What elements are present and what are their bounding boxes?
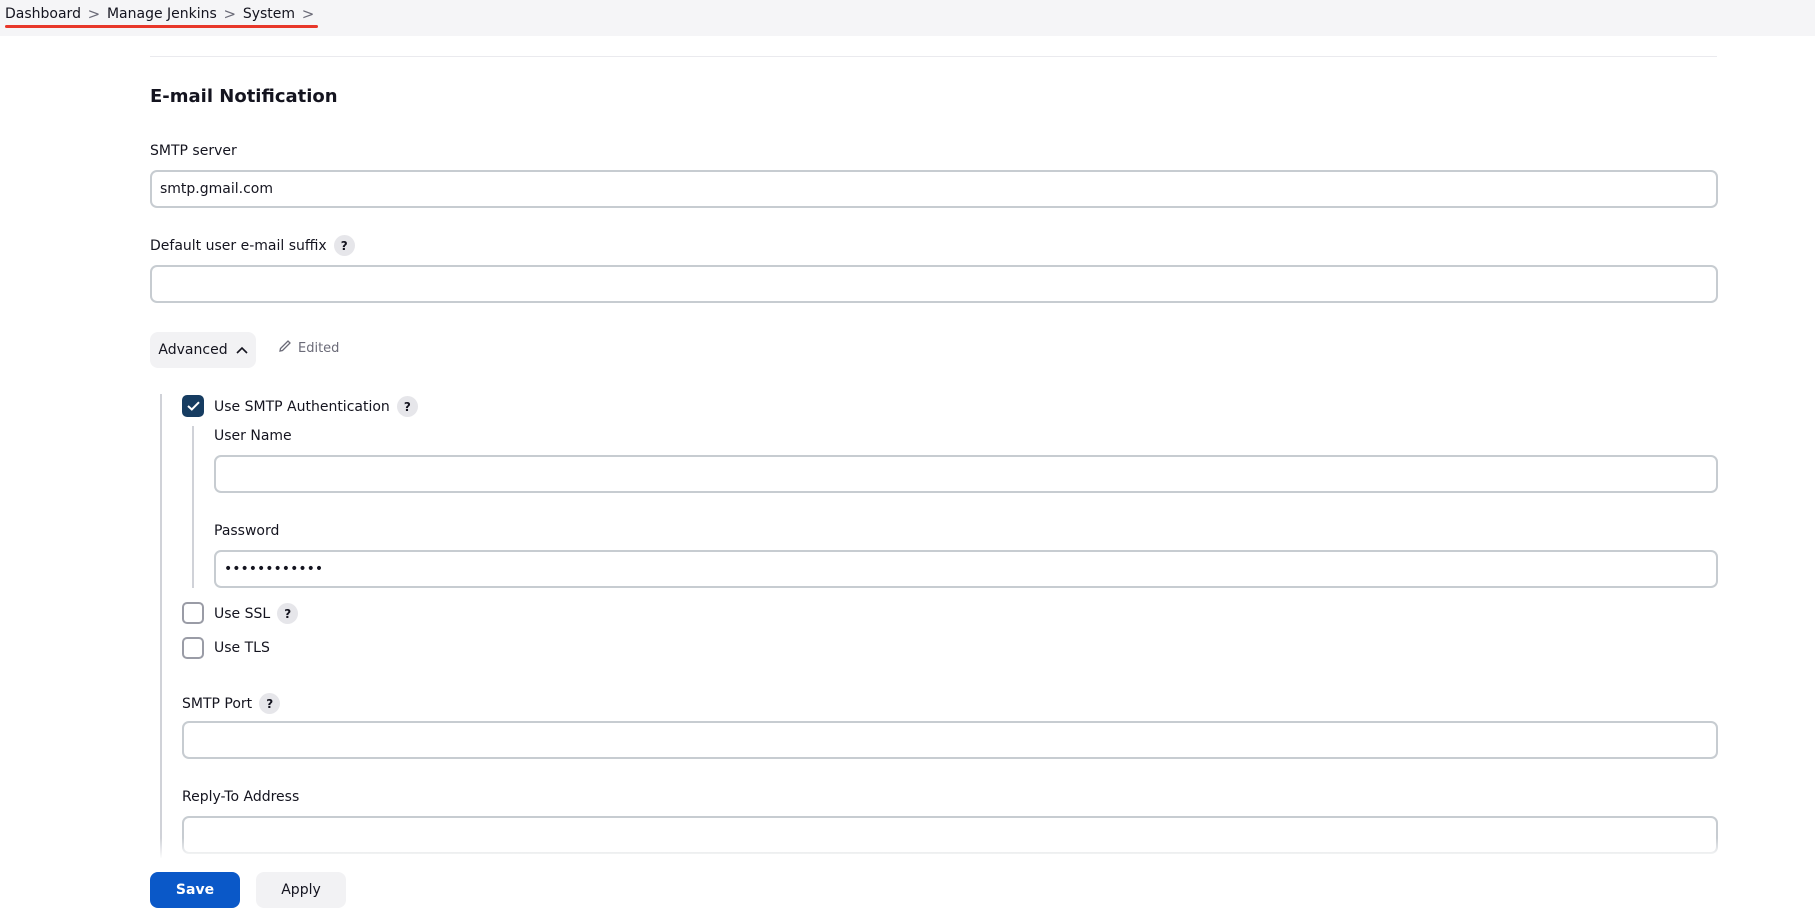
breadcrumb: Dashboard > Manage Jenkins > System > <box>5 0 321 28</box>
use-tls-label: Use TLS <box>214 640 270 656</box>
default-suffix-label: Default user e-mail suffix ? <box>150 235 355 256</box>
chevron-right-icon[interactable]: > <box>295 5 321 23</box>
chevron-up-icon <box>236 344 248 357</box>
breadcrumb-manage-jenkins[interactable]: Manage Jenkins <box>107 6 217 22</box>
breadcrumb-dashboard[interactable]: Dashboard <box>5 6 81 22</box>
advanced-label: Advanced <box>158 342 228 358</box>
section-divider <box>150 56 1717 57</box>
default-suffix-input[interactable] <box>150 265 1718 303</box>
password-label: Password <box>214 523 279 539</box>
use-ssl-label: Use SSL ? <box>214 603 299 624</box>
help-icon[interactable]: ? <box>396 396 418 417</box>
smtp-port-label-text: SMTP Port <box>182 695 253 712</box>
help-icon[interactable]: ? <box>277 603 299 624</box>
pencil-icon <box>278 339 292 357</box>
advanced-toggle-button[interactable]: Advanced <box>150 332 256 368</box>
advanced-section-guide-line <box>160 394 162 860</box>
bottom-bar-fade <box>150 838 1740 858</box>
section-title: E-mail Notification <box>150 86 338 107</box>
default-suffix-label-text: Default user e-mail suffix <box>150 237 327 254</box>
apply-button[interactable]: Apply <box>256 872 346 908</box>
use-ssl-label-text[interactable]: Use SSL <box>214 606 270 622</box>
smtp-auth-label: Use SMTP Authentication ? <box>214 396 418 417</box>
password-input[interactable] <box>214 550 1718 588</box>
use-tls-checkbox[interactable] <box>182 637 204 659</box>
breadcrumb-system[interactable]: System <box>243 6 295 22</box>
smtp-auth-label-text[interactable]: Use SMTP Authentication <box>214 399 390 415</box>
chevron-right-icon[interactable]: > <box>81 5 107 23</box>
user-name-label-text: User Name <box>214 428 292 444</box>
smtp-port-input[interactable] <box>182 721 1718 759</box>
user-name-input[interactable] <box>214 455 1718 493</box>
smtp-port-label: SMTP Port ? <box>182 693 281 714</box>
reply-to-label-text: Reply-To Address <box>182 789 300 805</box>
smtp-auth-guide-line <box>192 426 194 588</box>
password-label-text: Password <box>214 523 280 539</box>
smtp-server-label: SMTP server <box>150 143 237 159</box>
use-ssl-checkbox[interactable] <box>182 602 204 624</box>
smtp-server-input[interactable] <box>150 170 1718 208</box>
help-icon[interactable]: ? <box>333 235 355 256</box>
smtp-server-label-text: SMTP server <box>150 143 237 159</box>
breadcrumb-bar: Dashboard > Manage Jenkins > System > <box>0 0 1815 36</box>
help-icon[interactable]: ? <box>259 693 281 714</box>
breadcrumb-highlight-underline <box>5 25 318 28</box>
chevron-right-icon[interactable]: > <box>217 5 243 23</box>
save-button[interactable]: Save <box>150 872 240 908</box>
use-tls-label-text[interactable]: Use TLS <box>214 640 270 656</box>
edited-label: Edited <box>298 340 340 356</box>
checkmark-icon <box>186 401 200 411</box>
reply-to-label: Reply-To Address <box>182 789 299 805</box>
edited-indicator: Edited <box>278 339 339 357</box>
user-name-label: User Name <box>214 428 292 444</box>
smtp-auth-checkbox[interactable] <box>182 395 204 417</box>
